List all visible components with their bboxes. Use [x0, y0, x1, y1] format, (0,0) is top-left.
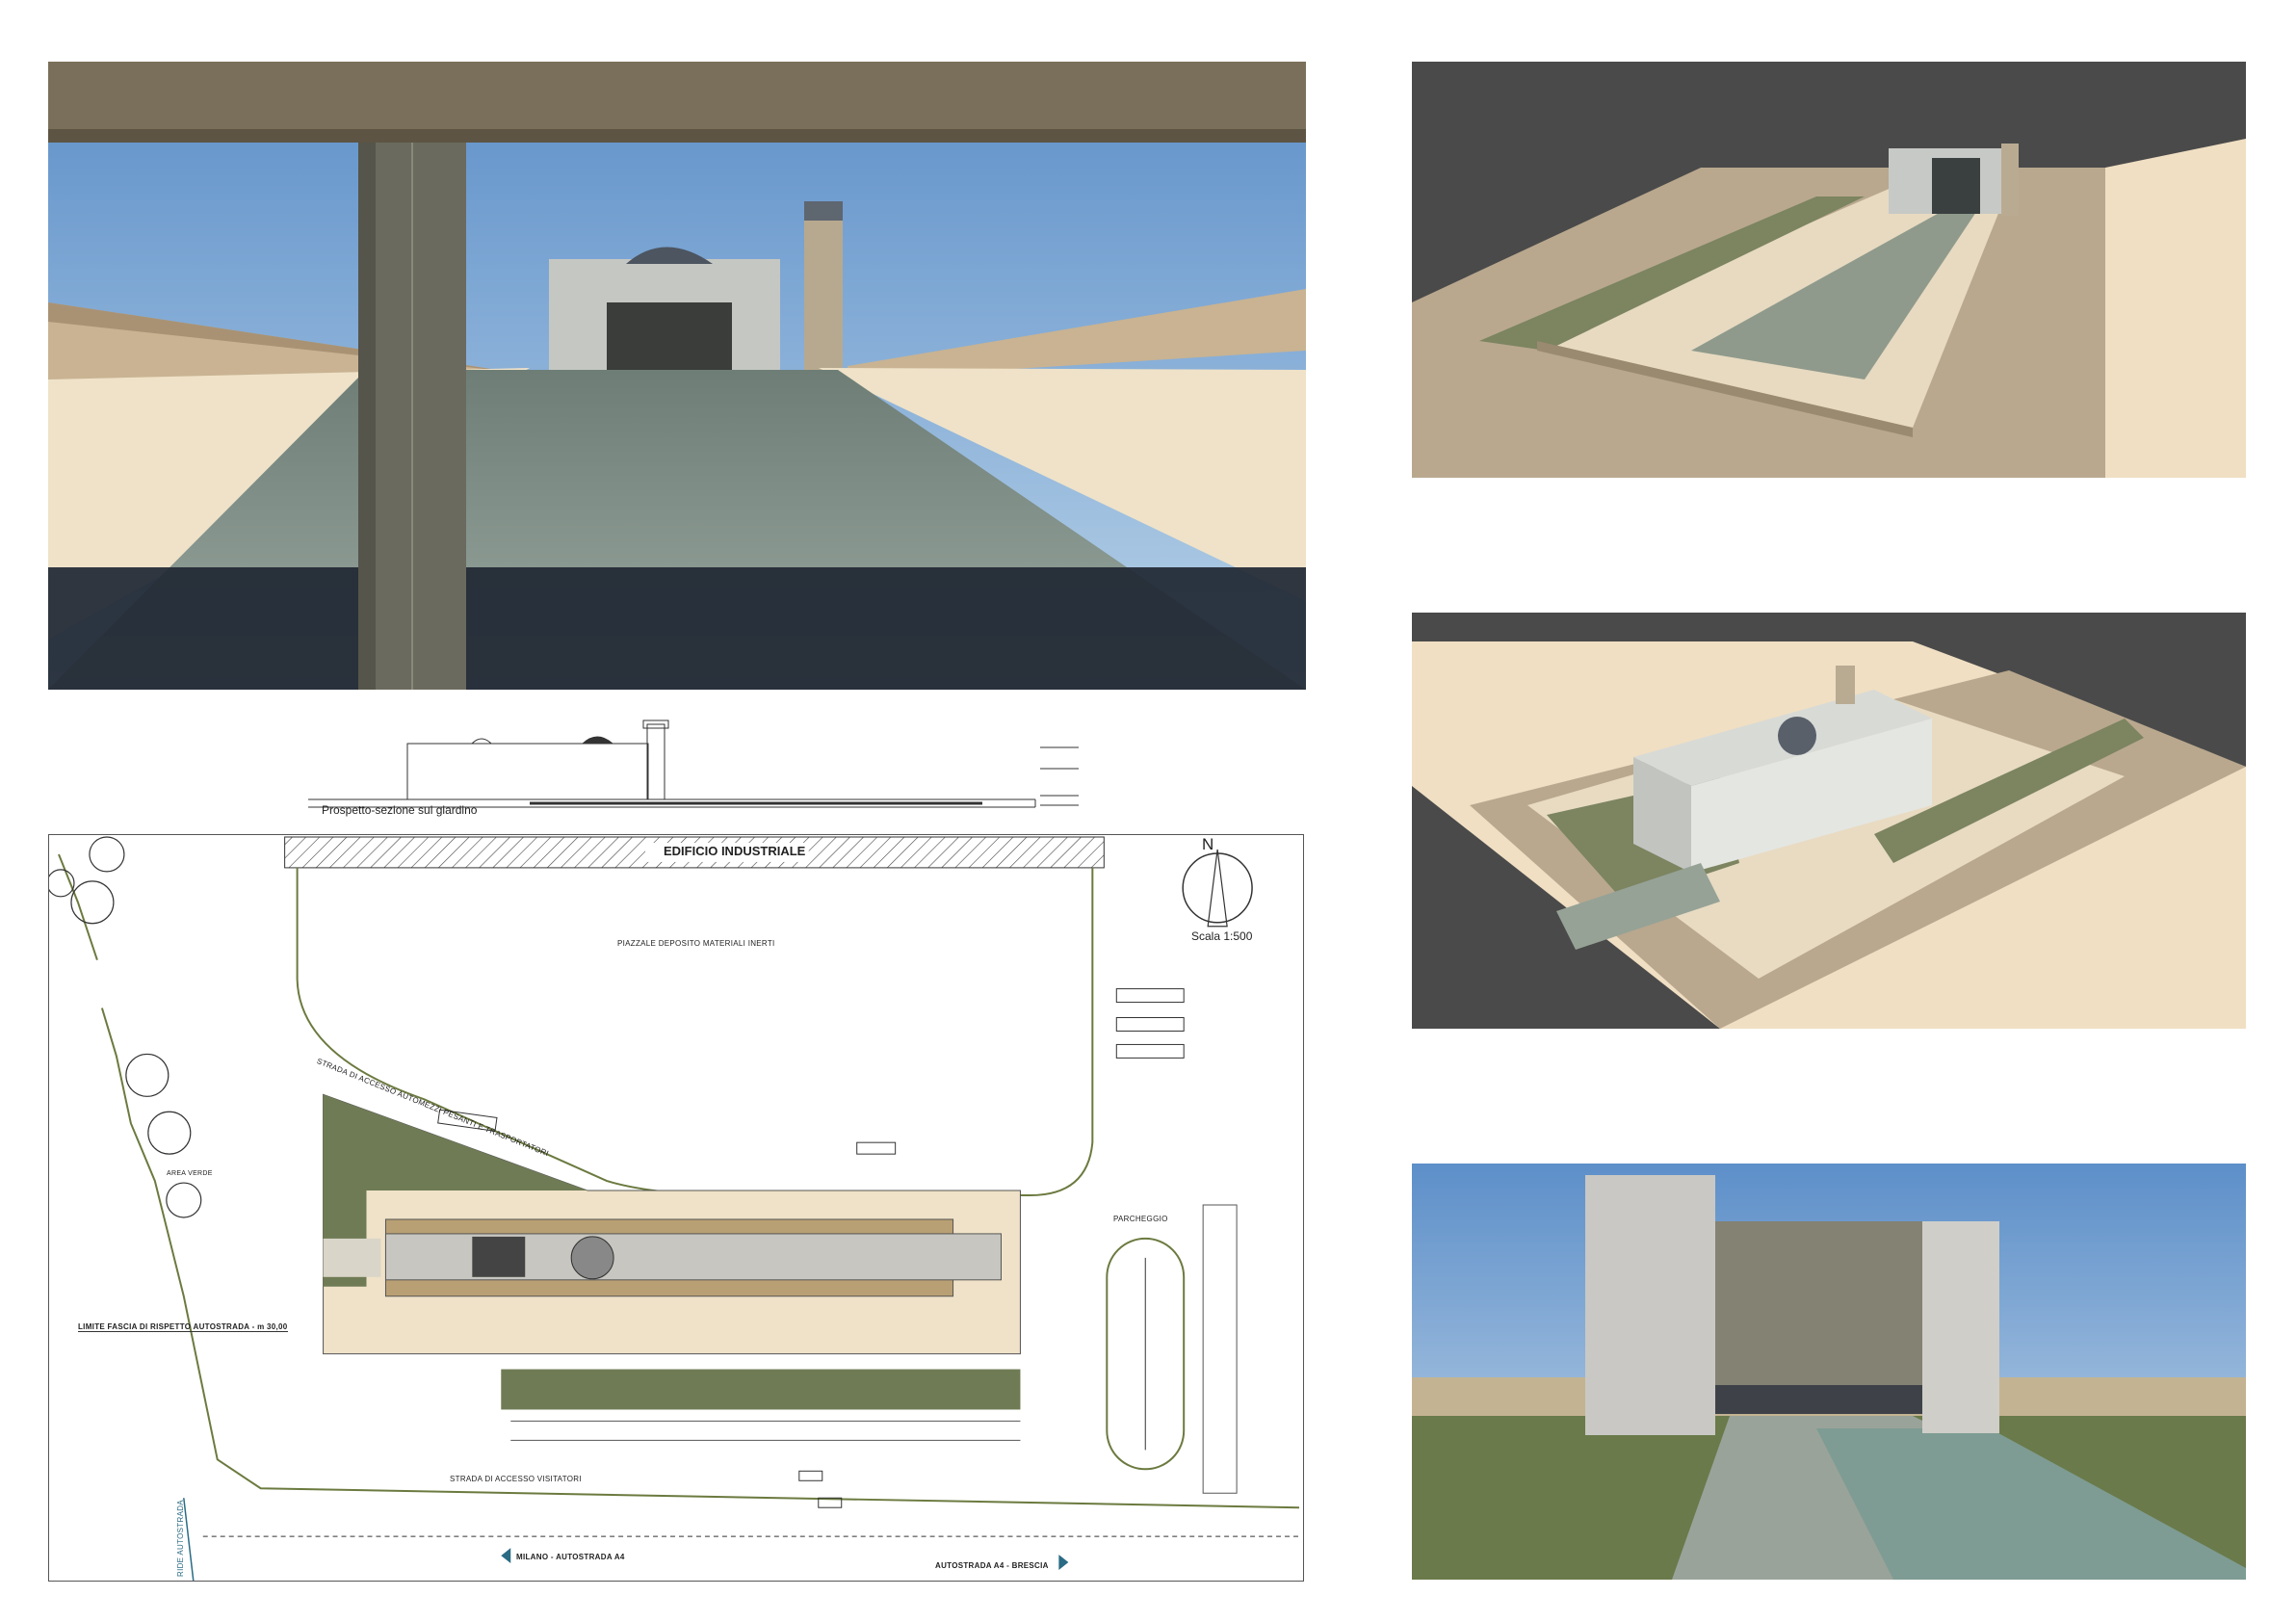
colonnade-view-image: [48, 62, 1306, 690]
entrance-view-image: [1412, 1164, 2246, 1580]
industrial-building-label: EDIFICIO INDUSTRIALE: [664, 844, 806, 858]
aerial-render-middle: [1412, 613, 2246, 1029]
highway-west-label: MILANO - AUTOSTRADA A4: [516, 1553, 625, 1561]
site-plan: EDIFICIO INDUSTRIALE PIAZZALE DEPOSITO M…: [48, 834, 1304, 1582]
green-area-label: AREA VERDE: [167, 1170, 213, 1177]
aerial-render-top: [1412, 62, 2246, 478]
highway-east-label: AUTOSTRADA A4 - BRESCIA: [935, 1561, 1049, 1570]
entrance-render: [1412, 1164, 2246, 1580]
main-perspective-render: [48, 62, 1306, 690]
highway-buffer-label: LIMITE FASCIA DI RISPETTO AUTOSTRADA - m…: [78, 1322, 288, 1332]
north-label: N: [1202, 835, 1214, 853]
parking-label: PARCHEGGIO: [1113, 1215, 1168, 1223]
elevation-section-drawing: Prospetto-sezione sul giardino: [308, 713, 1098, 821]
aerial-view-image: [1412, 62, 2246, 478]
storage-yard-label: PIAZZALE DEPOSITO MATERIALI INERTI: [617, 939, 775, 948]
elevation-caption: Prospetto-sezione sul giardino: [322, 803, 478, 817]
scale-label: Scala 1:500: [1191, 929, 1253, 943]
visitor-access-road-label: STRADA DI ACCESSO VISITATORI: [450, 1475, 582, 1483]
aerial-view-image-2: [1412, 613, 2246, 1029]
rotated-highway-label: RIDE AUTOSTRADA: [176, 1500, 185, 1577]
